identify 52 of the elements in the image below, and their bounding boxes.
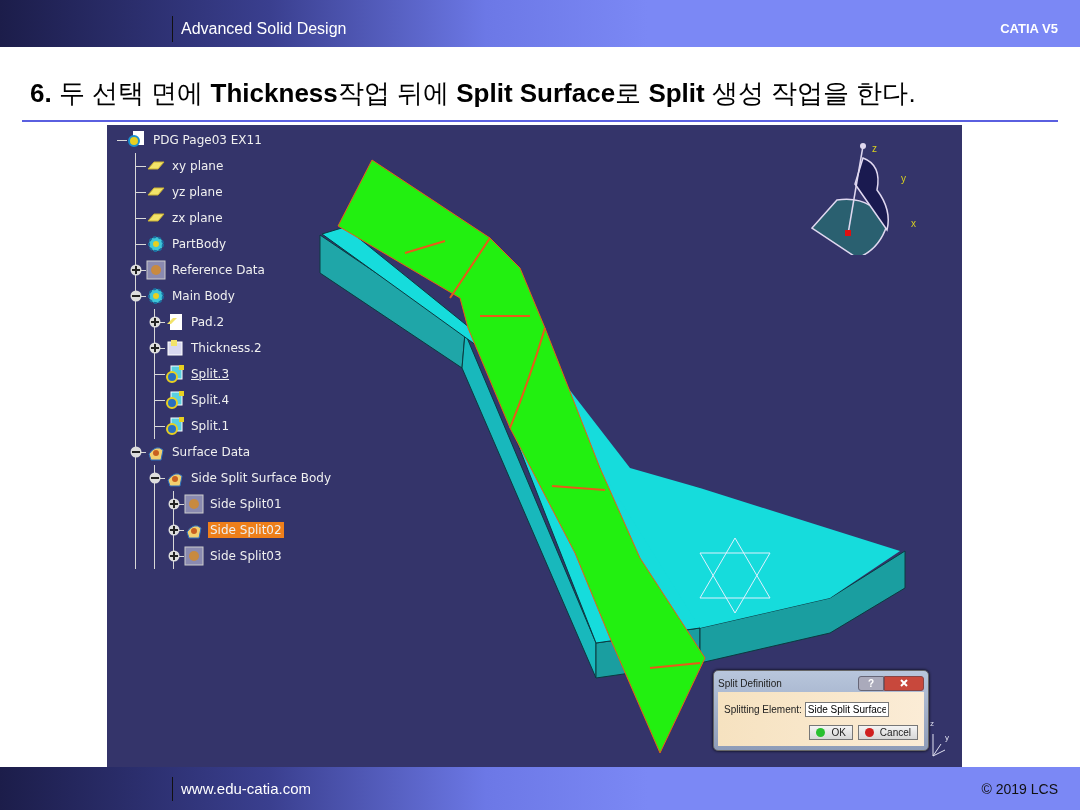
- dot-icon: [816, 728, 826, 737]
- expand-icon[interactable]: [168, 498, 180, 510]
- tree-item[interactable]: Side Split01: [208, 496, 284, 512]
- tree-item[interactable]: Split.4: [189, 392, 232, 408]
- tree-item[interactable]: Split.3: [189, 366, 232, 382]
- axis-label: z: [930, 719, 934, 728]
- body-icon: [146, 234, 166, 254]
- tree-item[interactable]: PartBody: [170, 236, 228, 252]
- collapse-icon[interactable]: [130, 446, 142, 458]
- tree-item[interactable]: xy plane: [170, 158, 226, 174]
- product-name: CATIA V5: [1000, 21, 1058, 36]
- collapse-icon[interactable]: [149, 472, 161, 484]
- tree-item[interactable]: Thickness.2: [189, 340, 264, 356]
- dot-icon: [864, 728, 874, 737]
- collapse-icon[interactable]: [130, 290, 142, 302]
- tree-item[interactable]: Side Split Surface Body: [189, 470, 333, 486]
- close-button[interactable]: [884, 675, 924, 691]
- axis-label: z: [872, 143, 877, 154]
- cancel-button[interactable]: Cancel: [857, 725, 918, 740]
- field-label: Splitting Element:: [724, 704, 802, 715]
- tree-item[interactable]: Pad.2: [189, 314, 227, 330]
- expand-icon[interactable]: [168, 524, 180, 536]
- split-icon: [165, 416, 185, 436]
- slide-heading: 6. 두 선택 면에 Thickness작업 뒤에 Split Surface로 Split 생성 작업을 한다.: [22, 47, 1058, 122]
- dialog-title: Split Definition: [718, 677, 782, 689]
- course-title: Advanced Solid Design: [172, 15, 347, 42]
- product-icon: [127, 130, 147, 150]
- tree-item[interactable]: Reference Data: [170, 262, 267, 278]
- copyright-text: © 2019 LCS: [981, 780, 1058, 797]
- axis-label: x: [911, 218, 916, 229]
- thickness-icon: [165, 338, 185, 358]
- ok-button[interactable]: OK: [809, 725, 853, 740]
- plane-symbol-icon: [699, 537, 771, 614]
- tree-item[interactable]: yz plane: [170, 184, 225, 200]
- close-icon: [900, 679, 908, 687]
- tree-item[interactable]: Main Body: [170, 288, 237, 304]
- body-icon: [146, 286, 166, 306]
- tree-item[interactable]: Split.1: [189, 418, 232, 434]
- tree-item[interactable]: zx plane: [170, 210, 225, 226]
- tree-item[interactable]: PDG Page03 EX11: [151, 132, 264, 148]
- axis-label: y: [901, 173, 906, 184]
- split-icon: [165, 364, 185, 384]
- expand-icon[interactable]: [149, 342, 161, 354]
- website-link[interactable]: www.edu-catia.com: [172, 776, 312, 801]
- tree-item[interactable]: Side Split03: [208, 548, 284, 564]
- pad-icon: [165, 312, 185, 332]
- split-icon: [165, 390, 185, 410]
- expand-icon[interactable]: [168, 550, 180, 562]
- axis-label: y: [945, 733, 949, 742]
- expand-icon[interactable]: [149, 316, 161, 328]
- expand-icon[interactable]: [130, 264, 142, 276]
- tree-item[interactable]: Surface Data: [170, 444, 253, 460]
